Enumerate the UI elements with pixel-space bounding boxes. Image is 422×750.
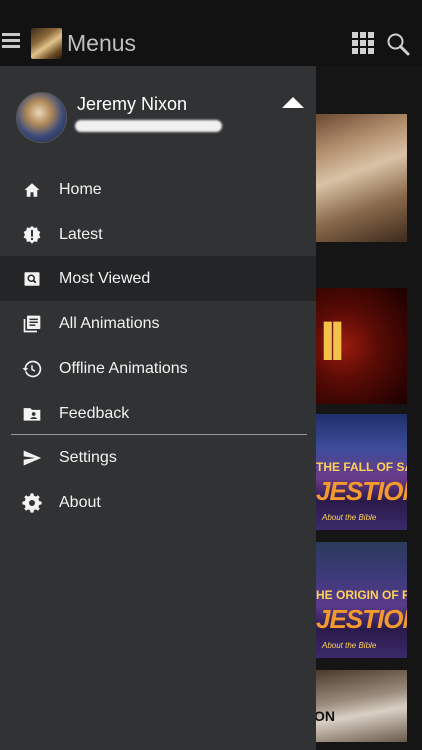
app-title: Menus bbox=[67, 30, 137, 56]
navigation-drawer: Jeremy Nixon Home Latest Most Viewed All… bbox=[0, 66, 316, 750]
thumbnail[interactable]: ON bbox=[316, 670, 407, 742]
library-icon bbox=[22, 314, 42, 334]
send-icon bbox=[22, 448, 42, 468]
menu-item-latest[interactable]: Latest bbox=[0, 212, 316, 257]
thumbnail-text: THE FALL OF SATAN bbox=[316, 460, 407, 474]
menu-item-settings[interactable]: Settings bbox=[0, 435, 316, 480]
thumbnail[interactable]: THE FALL OF SATAN JESTIONS About the Bib… bbox=[316, 414, 407, 530]
app-logo bbox=[31, 28, 62, 59]
alert-badge-icon bbox=[22, 225, 42, 245]
menu-item-label: All Animations bbox=[59, 314, 160, 332]
contact-folder-icon bbox=[22, 404, 42, 424]
account-collapse-icon[interactable] bbox=[282, 97, 304, 108]
menu-item-label: Settings bbox=[59, 448, 117, 466]
gear-icon bbox=[22, 492, 42, 513]
menu-item-label: About bbox=[59, 493, 101, 511]
search-icon[interactable] bbox=[386, 32, 410, 56]
menu-item-offline-animations[interactable]: Offline Animations bbox=[0, 346, 316, 391]
thumbnail-text: JESTIONS bbox=[316, 476, 407, 506]
thumbnail-text: JESTIONS bbox=[316, 604, 407, 634]
grid-view-icon[interactable] bbox=[352, 32, 374, 54]
menu-item-label: Home bbox=[59, 180, 102, 198]
thumbnail[interactable]: II bbox=[316, 288, 407, 404]
menu-item-label: Most Viewed bbox=[59, 269, 151, 287]
menu-item-home[interactable]: Home bbox=[0, 167, 316, 212]
menu-item-most-viewed[interactable]: Most Viewed bbox=[0, 256, 316, 301]
menu-item-all-animations[interactable]: All Animations bbox=[0, 301, 316, 346]
user-email-redacted bbox=[75, 120, 222, 132]
thumbnail[interactable]: HE ORIGIN OF RACES JESTIONS About the Bi… bbox=[316, 542, 407, 658]
menu-item-label: Feedback bbox=[59, 404, 130, 422]
history-icon bbox=[22, 359, 42, 379]
image-search-icon bbox=[22, 269, 42, 289]
thumbnail-text: ON bbox=[316, 708, 335, 724]
avatar[interactable] bbox=[16, 92, 67, 143]
thumbnail-text: About the Bible bbox=[322, 513, 377, 522]
menu-item-label: Latest bbox=[59, 225, 103, 243]
user-name: Jeremy Nixon bbox=[77, 94, 188, 114]
thumbnail[interactable] bbox=[316, 114, 407, 242]
menu-item-feedback[interactable]: Feedback bbox=[0, 391, 316, 436]
app-bar: Menus bbox=[0, 0, 422, 66]
menu-item-about[interactable]: About bbox=[0, 480, 316, 525]
thumbnail-text: About the Bible bbox=[322, 641, 377, 650]
thumbnail-text: II bbox=[320, 309, 345, 372]
menu-item-label: Offline Animations bbox=[59, 359, 188, 377]
thumbnail-text: HE ORIGIN OF RACES bbox=[316, 588, 407, 602]
menu-icon[interactable] bbox=[2, 33, 20, 49]
content-list: II THE FALL OF SATAN JESTIONS About the … bbox=[316, 66, 422, 750]
home-icon bbox=[22, 180, 42, 200]
